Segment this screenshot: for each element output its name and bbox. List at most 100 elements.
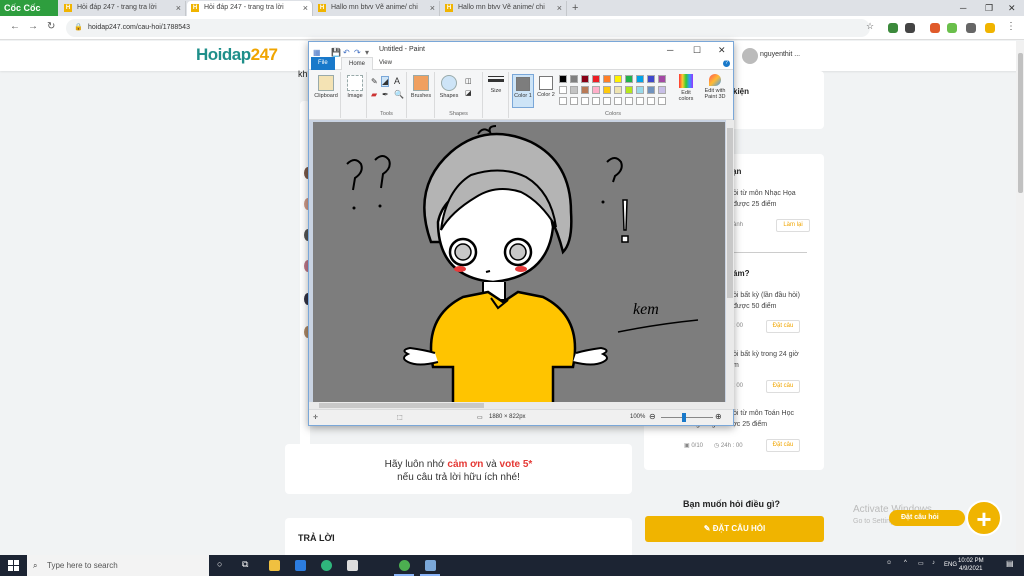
taskbar-clock[interactable]: 10:02 PM 4/9/2021 [958, 557, 984, 573]
palette-swatch[interactable] [603, 75, 611, 83]
palette-swatch[interactable] [625, 86, 633, 94]
floating-ask-button[interactable]: + [966, 500, 1002, 536]
browser-tab[interactable]: H Hallo mn btvv Vẽ anime/ chi × [441, 1, 567, 16]
network-icon[interactable]: ▭ [918, 560, 924, 567]
palette-swatch[interactable] [592, 75, 600, 83]
close-window-icon[interactable]: ✕ [1008, 0, 1016, 16]
page-scroll-thumb[interactable] [1018, 53, 1023, 193]
palette-swatch[interactable] [559, 86, 567, 94]
palette-swatch[interactable] [614, 75, 622, 83]
zoom-slider[interactable] [661, 417, 713, 418]
menu-icon[interactable]: ⋮ [1006, 21, 1016, 32]
palette-swatch[interactable] [614, 86, 622, 94]
extension-icon[interactable] [947, 23, 957, 33]
username[interactable]: nguyenthit ... [760, 51, 800, 58]
help-icon[interactable]: ? [723, 60, 730, 67]
canvas-horizontal-thumb[interactable] [319, 403, 484, 408]
tab-view[interactable]: View [372, 57, 399, 70]
tab-home[interactable]: Home [341, 57, 374, 70]
taskbar-search-input[interactable]: ⌕ Type here to search [27, 555, 209, 576]
palette-swatch[interactable] [647, 86, 655, 94]
color-picker-icon[interactable]: ✒ [382, 90, 389, 99]
ask-task-button[interactable]: Đặt câu [766, 439, 800, 452]
avatar[interactable] [742, 48, 758, 64]
forward-icon[interactable]: → [28, 21, 38, 32]
close-tab-icon[interactable]: × [430, 1, 435, 15]
color1-button[interactable]: Color 1 [512, 74, 534, 108]
custom-swatch-empty[interactable] [559, 97, 567, 105]
palette-swatch[interactable] [625, 75, 633, 83]
outline-icon[interactable]: ◫ [465, 77, 472, 85]
restore-icon[interactable]: ❐ [985, 0, 993, 16]
bookmark-star-icon[interactable]: ☆ [866, 21, 874, 32]
palette-swatch[interactable] [603, 86, 611, 94]
reload-icon[interactable]: ↻ [47, 21, 55, 32]
coccoc-brand-button[interactable]: Cốc Cốc [0, 0, 58, 16]
size-button[interactable]: Size [486, 76, 506, 94]
edge-icon[interactable] [321, 560, 332, 571]
tray-chevron-icon[interactable]: ^ [904, 560, 907, 566]
store-icon[interactable] [347, 560, 358, 571]
palette-swatch[interactable] [592, 86, 600, 94]
extension-icon[interactable] [888, 23, 898, 33]
custom-swatch-empty[interactable] [625, 97, 633, 105]
paint-taskbar-icon[interactable] [425, 560, 436, 571]
close-tab-icon[interactable]: × [176, 1, 181, 15]
fill-shape-icon[interactable]: ◪ [465, 89, 472, 97]
palette-swatch[interactable] [647, 75, 655, 83]
ask-task-button[interactable]: Đặt câu [766, 380, 800, 393]
close-tab-icon[interactable]: × [557, 1, 562, 15]
zoom-out-icon[interactable]: ⊖ [649, 412, 656, 421]
magnifier-icon[interactable]: 🔍 [394, 90, 404, 99]
palette-swatch[interactable] [581, 86, 589, 94]
profile-icon[interactable] [985, 23, 995, 33]
brushes-button[interactable]: Brushes [409, 75, 433, 99]
custom-swatch-empty[interactable] [592, 97, 600, 105]
palette-swatch[interactable] [581, 75, 589, 83]
extension-icon[interactable] [930, 23, 940, 33]
zoom-slider-knob[interactable] [682, 413, 686, 422]
paint-maximize-icon[interactable]: ☐ [693, 43, 701, 58]
edit-with-paint3d-button[interactable]: Edit with Paint 3D [701, 74, 729, 100]
eraser-icon[interactable]: ▰ [371, 90, 377, 99]
edit-colors-button[interactable]: Edit colors [675, 74, 697, 102]
clipboard-button[interactable]: Clipboard [314, 75, 338, 99]
palette-swatch[interactable] [570, 75, 578, 83]
windows-start-icon[interactable] [8, 560, 19, 571]
palette-swatch[interactable] [559, 75, 567, 83]
new-tab-button[interactable]: + [572, 0, 578, 16]
custom-swatch-empty[interactable] [647, 97, 655, 105]
back-icon[interactable]: ← [10, 21, 20, 32]
url-input[interactable]: 🔒 hoidap247.com/cau-hoi/1788543 [66, 19, 870, 37]
custom-swatch-empty[interactable] [570, 97, 578, 105]
site-logo[interactable]: Hoidap247 [196, 45, 278, 65]
mail-icon[interactable] [295, 560, 306, 571]
browser-tab[interactable]: H Hỏi đáp 247 - trang tra lời × [60, 1, 186, 16]
ask-question-button[interactable]: ✎ ĐẶT CÂU HỎI [645, 516, 824, 542]
fill-icon[interactable]: ◢ [381, 76, 390, 87]
browser-tab[interactable]: H Hallo mn btvv Vẽ anime/ chi × [314, 1, 440, 16]
palette-swatch[interactable] [636, 75, 644, 83]
custom-swatch-empty[interactable] [658, 97, 666, 105]
task-view-icon[interactable]: ⧉ [242, 559, 248, 570]
minimize-icon[interactable]: ─ [960, 0, 966, 16]
palette-swatch[interactable] [658, 75, 666, 83]
coccoc-taskbar-icon[interactable] [399, 560, 410, 571]
volume-icon[interactable]: ♪ [932, 560, 935, 566]
ask-task-button[interactable]: Đặt câu [766, 320, 800, 333]
drawing-canvas[interactable]: kem [313, 122, 725, 403]
floating-ask-label[interactable]: Đặt câu hỏi [889, 510, 965, 526]
canvas-vertical-thumb[interactable] [727, 128, 733, 298]
custom-swatch-empty[interactable] [603, 97, 611, 105]
text-icon[interactable]: A [394, 76, 400, 86]
custom-swatch-empty[interactable] [581, 97, 589, 105]
image-button[interactable]: Image [345, 75, 365, 99]
download-icon[interactable] [905, 23, 915, 33]
custom-swatch-empty[interactable] [614, 97, 622, 105]
color2-button[interactable]: Color 2 [536, 74, 556, 108]
palette-swatch[interactable] [658, 86, 666, 94]
palette-swatch[interactable] [570, 86, 578, 94]
notifications-icon[interactable]: ▤ [1006, 559, 1014, 568]
language-indicator[interactable]: ENG [944, 562, 957, 568]
zoom-in-icon[interactable]: ⊕ [715, 412, 722, 421]
